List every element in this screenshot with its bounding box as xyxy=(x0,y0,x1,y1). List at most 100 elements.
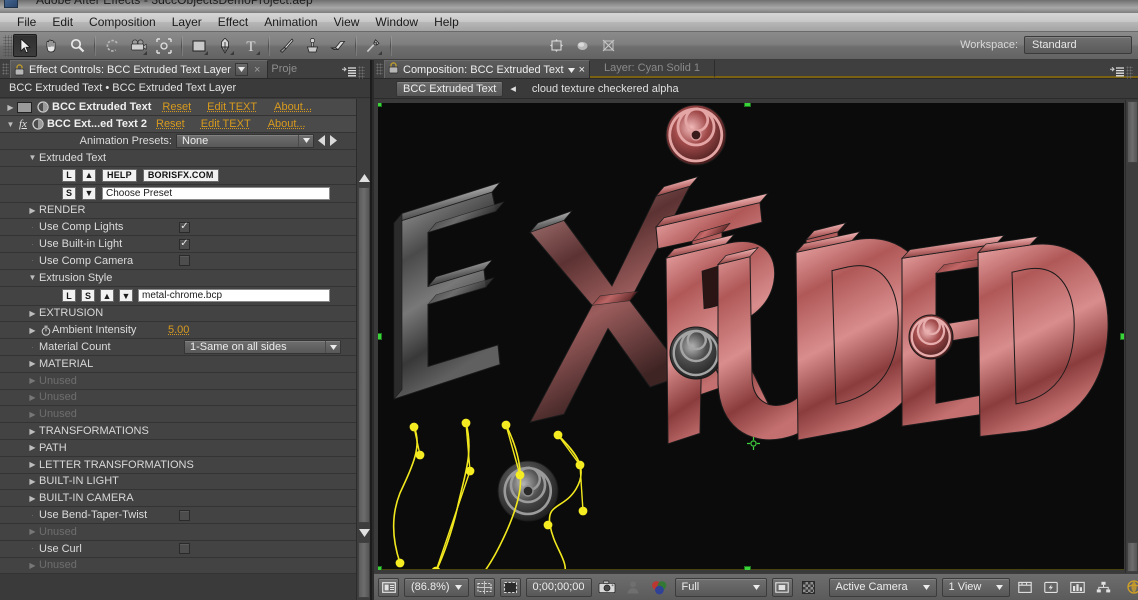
view-layout-select[interactable]: 1 View xyxy=(941,577,1010,597)
scroll-up-arrow-icon[interactable] xyxy=(358,171,370,185)
group-render[interactable]: ▶ RENDER xyxy=(0,202,356,220)
pen-tool[interactable] xyxy=(213,34,237,57)
disclosure-triangle-icon[interactable]: ▶ xyxy=(26,527,39,536)
effect-header-row[interactable]: ▼ fx BCC Ext...ed Text 2 Reset Edit TEXT… xyxy=(0,116,356,133)
effect-header-row[interactable]: ▶ BCC Extruded Text Reset Edit TEXT Abou… xyxy=(0,99,356,116)
always-preview-this-view-button[interactable] xyxy=(378,577,399,597)
disclosure-triangle-icon[interactable]: ▶ xyxy=(26,376,39,385)
zoom-tool[interactable] xyxy=(65,34,89,57)
timecode-display[interactable]: 0;00;00;00 xyxy=(525,577,592,597)
panel-grip-right[interactable] xyxy=(1126,66,1133,79)
animation-presets-select[interactable]: None xyxy=(176,133,314,148)
type-tool[interactable]: T xyxy=(239,34,263,57)
disclosure-triangle-icon[interactable]: ▶ xyxy=(26,309,39,318)
disclosure-triangle-open-icon[interactable]: ▼ xyxy=(26,153,39,162)
menu-effect[interactable]: Effect xyxy=(210,14,256,30)
fast-previews-button[interactable] xyxy=(1041,578,1062,597)
show-snapshot-button[interactable] xyxy=(623,578,644,597)
panel-grip[interactable] xyxy=(2,63,9,75)
scrollbar-thumb[interactable] xyxy=(1127,101,1138,163)
stopwatch-icon[interactable] xyxy=(39,325,52,336)
clone-stamp-tool[interactable] xyxy=(300,34,324,57)
disclosure-triangle-icon[interactable]: ▶ xyxy=(26,460,39,469)
brush-tool[interactable] xyxy=(274,34,298,57)
puppet-starch-tool[interactable] xyxy=(596,34,620,57)
camera-view-select[interactable]: Active Camera xyxy=(828,577,937,597)
load-style-button[interactable]: L xyxy=(62,289,76,303)
choose-preset-field[interactable]: Choose Preset xyxy=(102,186,330,200)
comp-flowchart-button[interactable] xyxy=(1093,578,1114,597)
fx-badge[interactable]: fx xyxy=(17,118,29,130)
workspace-select[interactable]: Standard xyxy=(1024,36,1132,54)
pan-behind-tool[interactable] xyxy=(152,34,176,57)
disclosure-triangle-icon[interactable]: ▶ xyxy=(4,103,17,112)
save-style-button[interactable]: S xyxy=(81,289,95,303)
group-unused[interactable]: ▶ Unused xyxy=(0,523,356,541)
comp-name-pill[interactable]: BCC Extruded Text xyxy=(396,80,504,97)
selection-handle-bc[interactable] xyxy=(744,566,751,570)
disclosure-triangle-icon[interactable]: ▶ xyxy=(26,477,39,486)
ambient-intensity-value[interactable]: 5.00 xyxy=(168,324,189,336)
group-extruded-text[interactable]: ▼ Extruded Text xyxy=(0,149,356,167)
effect-reset-link[interactable]: Reset xyxy=(162,101,191,113)
menu-window[interactable]: Window xyxy=(367,14,426,30)
timeline-button[interactable] xyxy=(1067,578,1088,597)
effect-color-swatch[interactable] xyxy=(17,101,32,113)
toggle-viewer-layout-button[interactable] xyxy=(771,577,793,597)
group-material[interactable]: ▶ MATERIAL xyxy=(0,355,356,373)
selection-handle-ml[interactable] xyxy=(378,333,382,340)
close-icon[interactable]: × xyxy=(579,64,585,76)
group-unused[interactable]: ▶ Unused xyxy=(0,372,356,390)
panel-menu-icon[interactable] xyxy=(1110,66,1124,78)
menu-animation[interactable]: Animation xyxy=(256,14,325,30)
take-snapshot-button[interactable] xyxy=(597,578,618,597)
scrollbar-thumb[interactable] xyxy=(358,187,370,523)
puppet-overlap-tool[interactable] xyxy=(570,34,594,57)
group-extrusion-style[interactable]: ▼ Extrusion Style xyxy=(0,269,356,287)
selection-handle-mr[interactable] xyxy=(1120,333,1124,340)
rotation-tool[interactable] xyxy=(100,34,124,57)
group-letter-transformations[interactable]: ▶ LETTER TRANSFORMATIONS xyxy=(0,456,356,474)
hand-tool[interactable] xyxy=(39,34,63,57)
effect-about-link[interactable]: About... xyxy=(274,101,312,113)
preset-down-button[interactable]: ▼ xyxy=(82,186,96,200)
magnification-select[interactable]: (86.8%) xyxy=(404,577,469,597)
disclosure-triangle-icon[interactable]: ▶ xyxy=(26,427,39,436)
use-bend-taper-twist-checkbox[interactable] xyxy=(179,509,190,521)
panel-grip[interactable] xyxy=(376,63,383,75)
toggle-transparency-grid-button[interactable] xyxy=(798,578,819,597)
disclosure-triangle-open-icon[interactable]: ▼ xyxy=(4,120,17,129)
region-of-interest-button[interactable] xyxy=(499,577,521,597)
disclosure-triangle-icon[interactable]: ▶ xyxy=(26,359,39,368)
group-transformations[interactable]: ▶ TRANSFORMATIONS xyxy=(0,423,356,440)
menu-edit[interactable]: Edit xyxy=(44,14,81,30)
preset-up-button[interactable]: ▲ xyxy=(82,168,96,182)
pixel-aspect-correction-button[interactable] xyxy=(1015,578,1036,597)
panel-menu-icon[interactable] xyxy=(342,66,356,78)
disclosure-triangle-icon[interactable]: ▶ xyxy=(26,443,39,452)
tab-composition[interactable]: Composition: BCC Extruded Text × xyxy=(384,60,591,78)
menu-help[interactable]: Help xyxy=(426,14,467,30)
eraser-tool[interactable] xyxy=(326,34,350,57)
scrollbar-track-bottom[interactable] xyxy=(1127,542,1138,572)
effect-edit-text-link[interactable]: Edit TEXT xyxy=(201,118,251,130)
use-curl-checkbox[interactable] xyxy=(179,543,190,555)
camera-tool[interactable] xyxy=(126,34,150,57)
style-up-button[interactable]: ▲ xyxy=(100,289,114,303)
tab-effect-controls[interactable]: Effect Controls: BCC Extruded Text Layer… xyxy=(10,60,269,78)
composition-viewer[interactable] xyxy=(378,103,1124,570)
shape-tool[interactable] xyxy=(187,34,211,57)
load-preset-button[interactable]: L xyxy=(62,168,76,182)
menu-view[interactable]: View xyxy=(326,14,368,30)
selection-handle-bl[interactable] xyxy=(378,566,382,570)
effect-reset-link[interactable]: Reset xyxy=(156,118,185,130)
group-builtin-camera[interactable]: ▶ BUILT-IN CAMERA xyxy=(0,490,356,508)
scroll-down-arrow-icon[interactable] xyxy=(358,526,370,540)
help-button[interactable]: HELP xyxy=(102,168,137,182)
disclosure-triangle-open-icon[interactable]: ▼ xyxy=(26,273,39,282)
effect-about-link[interactable]: About... xyxy=(268,118,306,130)
group-path[interactable]: ▶ PATH xyxy=(0,439,356,457)
roto-brush-tool[interactable] xyxy=(361,34,385,57)
save-preset-button[interactable]: S xyxy=(62,186,76,200)
composition-viewer-scrollbar[interactable] xyxy=(1125,100,1138,573)
